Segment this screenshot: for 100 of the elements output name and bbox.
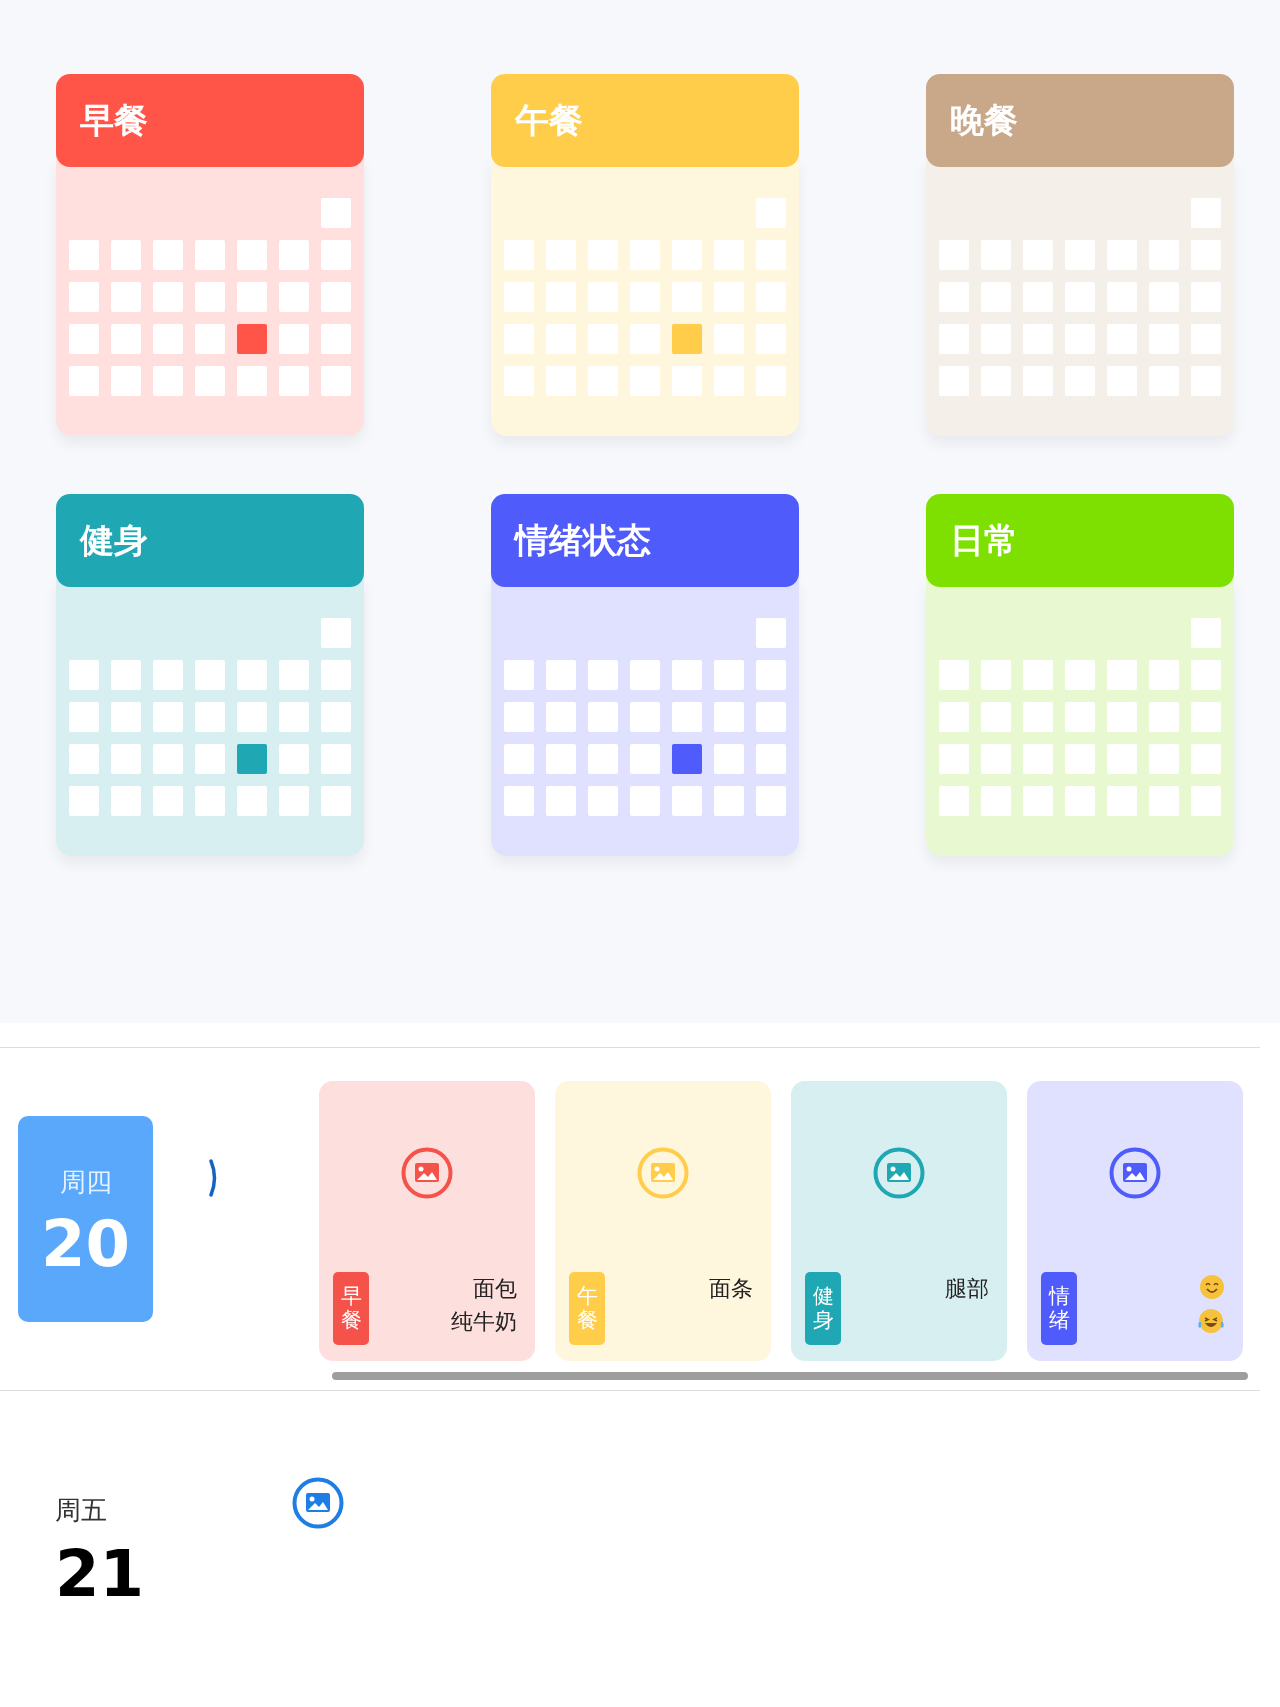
day-cell[interactable] — [237, 282, 267, 312]
day-cell[interactable] — [630, 282, 660, 312]
day-cell[interactable] — [672, 786, 702, 816]
day-cell[interactable] — [153, 366, 183, 396]
day-cell[interactable] — [756, 366, 786, 396]
day-cell[interactable] — [321, 660, 351, 690]
day-cell[interactable] — [504, 282, 534, 312]
day-cell[interactable] — [588, 744, 618, 774]
day-cell[interactable] — [1023, 702, 1053, 732]
day-cell[interactable] — [630, 660, 660, 690]
day-cell[interactable] — [588, 282, 618, 312]
day-cell[interactable] — [279, 744, 309, 774]
day-cell[interactable] — [69, 660, 99, 690]
day-cell[interactable] — [504, 744, 534, 774]
day-cell[interactable] — [756, 618, 786, 648]
day-cell[interactable] — [279, 786, 309, 816]
day-cell[interactable] — [714, 744, 744, 774]
marked-day-cell[interactable] — [237, 324, 267, 354]
day-cell[interactable] — [756, 324, 786, 354]
day-cell[interactable] — [672, 702, 702, 732]
day-cell[interactable] — [237, 366, 267, 396]
day-cell[interactable] — [939, 660, 969, 690]
day-cell[interactable] — [1191, 786, 1221, 816]
day-cell[interactable] — [756, 240, 786, 270]
day-cell[interactable] — [1023, 660, 1053, 690]
day-cell[interactable] — [321, 240, 351, 270]
day-cell[interactable] — [321, 618, 351, 648]
entry-card[interactable]: 健身 腿部 — [791, 1081, 1007, 1361]
entry-card[interactable]: 午餐 面条 — [555, 1081, 771, 1361]
day-cell[interactable] — [69, 324, 99, 354]
day-cell[interactable] — [69, 702, 99, 732]
day-cell[interactable] — [504, 240, 534, 270]
day-cell[interactable] — [321, 744, 351, 774]
day-cell[interactable] — [1065, 744, 1095, 774]
day-cell[interactable] — [756, 702, 786, 732]
day-cell[interactable] — [981, 786, 1011, 816]
day-box[interactable]: 周五 21 — [40, 1491, 175, 1606]
day-cell[interactable] — [321, 366, 351, 396]
day-cell[interactable] — [111, 366, 141, 396]
day-cell[interactable] — [111, 744, 141, 774]
day-cell[interactable] — [237, 702, 267, 732]
day-cell[interactable] — [1107, 702, 1137, 732]
day-cell[interactable] — [279, 660, 309, 690]
day-cell[interactable] — [279, 324, 309, 354]
day-cell[interactable] — [1107, 786, 1137, 816]
day-cell[interactable] — [111, 786, 141, 816]
day-cell[interactable] — [111, 240, 141, 270]
day-cell[interactable] — [981, 744, 1011, 774]
day-box[interactable]: 周四 20 — [18, 1116, 153, 1322]
day-cell[interactable] — [714, 660, 744, 690]
day-cell[interactable] — [672, 366, 702, 396]
day-cell[interactable] — [504, 786, 534, 816]
day-cell[interactable] — [111, 660, 141, 690]
day-cell[interactable] — [237, 660, 267, 690]
day-cell[interactable] — [939, 744, 969, 774]
day-cell[interactable] — [588, 786, 618, 816]
day-cell[interactable] — [546, 366, 576, 396]
day-cell[interactable] — [1149, 702, 1179, 732]
day-cell[interactable] — [504, 366, 534, 396]
day-cell[interactable] — [546, 240, 576, 270]
day-cell[interactable] — [195, 660, 225, 690]
day-cell[interactable] — [588, 366, 618, 396]
day-cell[interactable] — [111, 324, 141, 354]
day-cell[interactable] — [321, 282, 351, 312]
day-cell[interactable] — [714, 282, 744, 312]
entry-card[interactable]: 早餐 面包 纯牛奶 — [319, 1081, 535, 1361]
marked-day-cell[interactable] — [237, 744, 267, 774]
day-cell[interactable] — [546, 702, 576, 732]
day-cell[interactable] — [1107, 660, 1137, 690]
day-cell[interactable] — [279, 702, 309, 732]
day-cell[interactable] — [981, 702, 1011, 732]
day-cell[interactable] — [630, 240, 660, 270]
day-cell[interactable] — [939, 702, 969, 732]
day-cell[interactable] — [588, 324, 618, 354]
entry-card[interactable]: 情绪 — [1027, 1081, 1243, 1361]
image-icon[interactable] — [873, 1147, 925, 1199]
day-cell[interactable] — [588, 240, 618, 270]
day-cell[interactable] — [153, 702, 183, 732]
day-cell[interactable] — [630, 702, 660, 732]
image-icon[interactable] — [292, 1477, 344, 1529]
day-cell[interactable] — [1149, 744, 1179, 774]
day-cell[interactable] — [195, 282, 225, 312]
day-cell[interactable] — [756, 660, 786, 690]
day-cell[interactable] — [279, 366, 309, 396]
day-cell[interactable] — [546, 744, 576, 774]
day-cell[interactable] — [69, 366, 99, 396]
image-icon[interactable] — [1109, 1147, 1161, 1199]
day-cell[interactable] — [279, 282, 309, 312]
day-cell[interactable] — [111, 702, 141, 732]
day-cell[interactable] — [630, 744, 660, 774]
day-cell[interactable] — [588, 660, 618, 690]
day-cell[interactable] — [279, 240, 309, 270]
day-cell[interactable] — [756, 744, 786, 774]
day-cell[interactable] — [69, 240, 99, 270]
day-cell[interactable] — [1191, 660, 1221, 690]
scrollbar[interactable] — [332, 1372, 1248, 1380]
day-cell[interactable] — [195, 744, 225, 774]
day-cell[interactable] — [504, 660, 534, 690]
day-cell[interactable] — [321, 702, 351, 732]
marked-day-cell[interactable] — [672, 744, 702, 774]
